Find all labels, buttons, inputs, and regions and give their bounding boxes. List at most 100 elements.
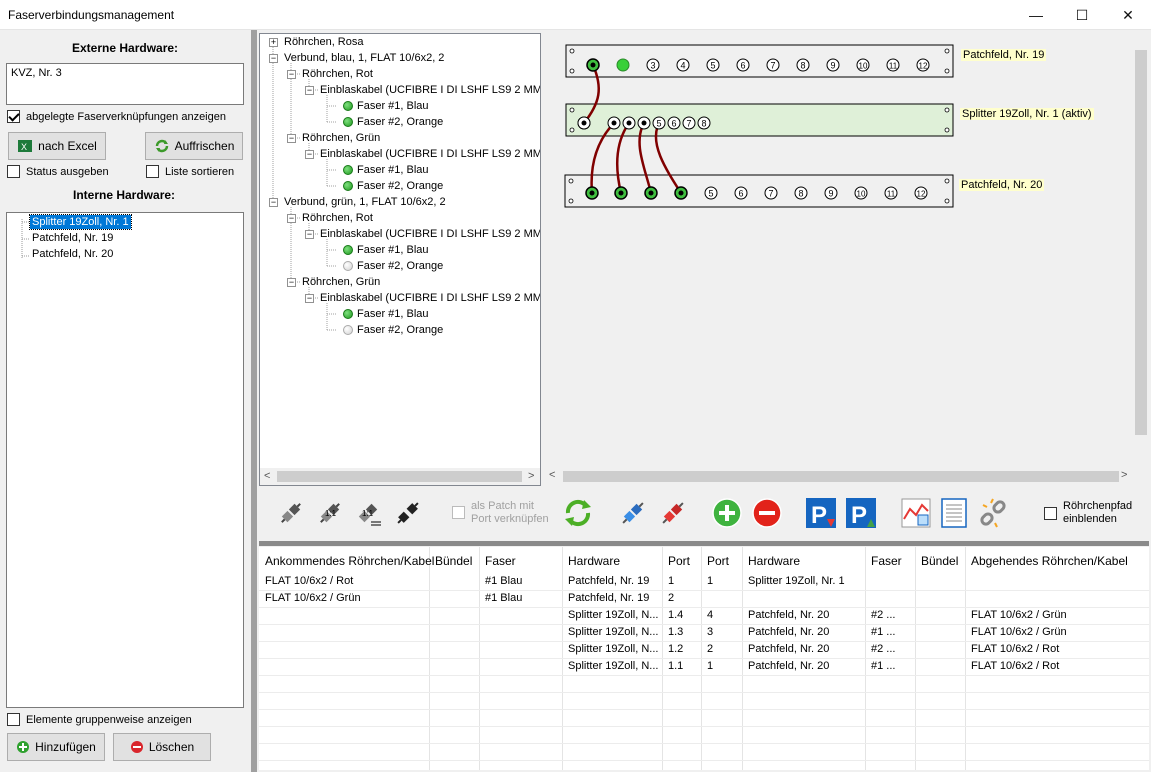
- table-cell[interactable]: [479, 641, 562, 658]
- table-cell[interactable]: [865, 590, 915, 607]
- horizontal-splitter[interactable]: [259, 541, 1149, 546]
- port-number[interactable]: 3: [650, 61, 655, 71]
- table-cell[interactable]: [742, 590, 865, 607]
- tree-node[interactable]: Einblaskabel (UCFIBRE I DI LSHF LS9 2 MM…: [320, 146, 540, 162]
- cable-tree[interactable]: + − − − − − − − − − − Röhrchen, Rosa Ver…: [259, 33, 541, 486]
- table-cell[interactable]: Patchfeld, Nr. 20: [742, 641, 865, 658]
- scroll-left-icon[interactable]: <: [549, 469, 555, 481]
- col-header-port-in[interactable]: Port: [662, 547, 690, 573]
- collapse-icon[interactable]: −: [305, 294, 314, 303]
- port-connector[interactable]: [678, 190, 684, 196]
- plug-disconnect-icon[interactable]: [392, 497, 424, 529]
- port-connector[interactable]: [618, 190, 624, 196]
- table-cell[interactable]: [915, 658, 965, 675]
- table-cell[interactable]: #1 ...: [865, 658, 915, 675]
- port-connector[interactable]: [581, 120, 587, 126]
- show-archived-checkbox[interactable]: [7, 110, 20, 123]
- sort-checkbox[interactable]: [146, 165, 159, 178]
- table-cell[interactable]: Splitter 19Zoll, N...: [562, 624, 662, 641]
- table-cell[interactable]: FLAT 10/6x2 / Grün: [259, 590, 429, 607]
- port-number[interactable]: 11: [889, 62, 898, 71]
- table-cell[interactable]: [915, 590, 965, 607]
- table-cell[interactable]: [479, 624, 562, 641]
- connection-diagram[interactable]: 3 4 5 6 7 8 9 10 11 12 5 6 7 8 5 6 7 8 9 10 11 12 Patchfeld, …: [545, 33, 1149, 486]
- table-cell[interactable]: 1.2: [662, 641, 701, 658]
- internal-item-patchfeld-20[interactable]: Patchfeld, Nr. 20: [32, 248, 113, 260]
- tree-node[interactable]: Einblaskabel (UCFIBRE I DI LSHF LS9 2 MM…: [320, 226, 540, 242]
- table-cell[interactable]: Patchfeld, Nr. 19: [562, 573, 662, 590]
- table-cell[interactable]: [915, 607, 965, 624]
- tree-node[interactable]: Röhrchen, Grün: [302, 130, 380, 146]
- port-p19-2[interactable]: [616, 58, 630, 72]
- tree-node[interactable]: Röhrchen, Grün: [302, 274, 380, 290]
- red-plug-icon[interactable]: [657, 497, 689, 529]
- port-connector[interactable]: [641, 120, 647, 126]
- port-number[interactable]: 5: [656, 119, 661, 129]
- col-header-outgoing[interactable]: Abgehendes Röhrchen/Kabel: [965, 547, 1128, 573]
- tree-node[interactable]: Faser #1, Blau: [357, 306, 429, 322]
- plug-connect-1to1-icon[interactable]: 1:1: [314, 497, 346, 529]
- external-hardware-field[interactable]: KVZ, Nr. 3: [6, 63, 244, 105]
- table-cell[interactable]: 1.3: [662, 624, 701, 641]
- table-cell[interactable]: Patchfeld, Nr. 19: [562, 590, 662, 607]
- table-cell[interactable]: [479, 607, 562, 624]
- table-cell[interactable]: Splitter 19Zoll, N...: [562, 607, 662, 624]
- scroll-right-icon[interactable]: >: [528, 470, 534, 482]
- table-cell[interactable]: [915, 641, 965, 658]
- table-cell[interactable]: 1.1: [662, 658, 701, 675]
- group-checkbox-row[interactable]: Elemente gruppenweise anzeigen: [7, 713, 192, 726]
- table-cell[interactable]: Splitter 19Zoll, N...: [562, 641, 662, 658]
- collapse-icon[interactable]: −: [305, 86, 314, 95]
- tree-node[interactable]: Faser #2, Orange: [357, 114, 443, 130]
- plug-connect-icon[interactable]: [275, 497, 307, 529]
- link-break-icon[interactable]: [977, 497, 1009, 529]
- port-connector[interactable]: [611, 120, 617, 126]
- collapse-icon[interactable]: −: [305, 230, 314, 239]
- remove-connection-icon[interactable]: [751, 497, 783, 529]
- table-cell[interactable]: Splitter 19Zoll, N...: [562, 658, 662, 675]
- tree-node[interactable]: Verbund, grün, 1, FLAT 10/6x2, 2: [284, 194, 446, 210]
- port-number[interactable]: 7: [768, 189, 773, 199]
- port-number[interactable]: 7: [686, 119, 691, 129]
- port-number[interactable]: 12: [919, 62, 928, 71]
- patch-link-checkbox[interactable]: [452, 506, 465, 519]
- excel-export-button[interactable]: X nach Excel: [8, 132, 106, 160]
- status-checkbox-row[interactable]: Status ausgeben: [7, 165, 109, 178]
- tree-node[interactable]: Röhrchen, Rot: [302, 210, 373, 226]
- table-cell[interactable]: 3: [701, 624, 742, 641]
- table-cell[interactable]: [965, 573, 1149, 590]
- add-connection-icon[interactable]: [711, 497, 743, 529]
- port-number[interactable]: 6: [738, 189, 743, 199]
- port-connector[interactable]: [590, 62, 596, 68]
- group-checkbox[interactable]: [7, 713, 20, 726]
- table-cell[interactable]: [915, 624, 965, 641]
- table-cell[interactable]: [429, 590, 479, 607]
- table-cell[interactable]: 1: [662, 573, 701, 590]
- table-cell[interactable]: FLAT 10/6x2 / Grün: [965, 607, 1149, 624]
- port-number[interactable]: 8: [798, 189, 803, 199]
- tree-node[interactable]: Faser #1, Blau: [357, 162, 429, 178]
- table-cell[interactable]: [865, 573, 915, 590]
- patch-down-icon[interactable]: P: [805, 497, 837, 529]
- scroll-thumb[interactable]: [277, 471, 522, 482]
- minimize-button[interactable]: —: [1013, 0, 1059, 30]
- port-number[interactable]: 5: [710, 61, 715, 71]
- show-archived-checkbox-row[interactable]: abgelegte Faserverknüpfungen anzeigen: [7, 110, 226, 123]
- refresh-button[interactable]: Auffrischen: [145, 132, 243, 160]
- table-cell[interactable]: [259, 607, 429, 624]
- port-number[interactable]: 8: [800, 61, 805, 71]
- table-cell[interactable]: [479, 658, 562, 675]
- maximize-button[interactable]: ☐: [1059, 0, 1105, 30]
- port-number[interactable]: 12: [917, 190, 926, 199]
- collapse-icon[interactable]: −: [287, 278, 296, 287]
- tree-node[interactable]: Faser #2, Orange: [357, 258, 443, 274]
- table-cell[interactable]: Patchfeld, Nr. 20: [742, 607, 865, 624]
- port-number[interactable]: 6: [671, 119, 676, 129]
- col-header-port-out[interactable]: Port: [701, 547, 729, 573]
- tree-node[interactable]: Faser #1, Blau: [357, 242, 429, 258]
- diagram-canvas[interactable]: 3 4 5 6 7 8 9 10 11 125 6 7 85 6 7 8 9 10 11 12: [545, 33, 1149, 486]
- tree-node[interactable]: Einblaskabel (UCFIBRE I DI LSHF LS9 2 MM…: [320, 290, 540, 306]
- patch-link-checkbox-row[interactable]: als Patch mit Port verknüpfen: [452, 500, 549, 526]
- table-cell[interactable]: 1: [701, 658, 742, 675]
- tree-node[interactable]: Faser #1, Blau: [357, 98, 429, 114]
